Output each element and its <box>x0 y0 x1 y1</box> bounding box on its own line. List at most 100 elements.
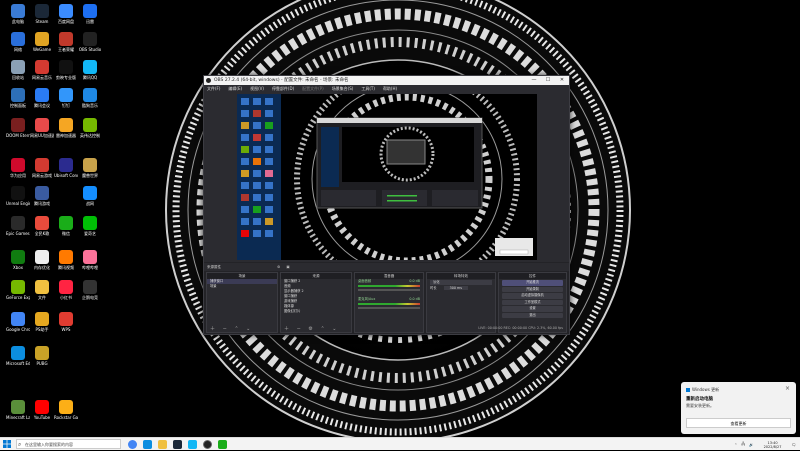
desktop-icon[interactable]: 全民K歌 <box>30 216 54 236</box>
preview-canvas[interactable] <box>237 94 537 260</box>
controls-header: 控件 <box>499 273 566 279</box>
clock[interactable]: 13:40 2022/8/27 <box>758 441 788 449</box>
menu-item[interactable]: 文件(F) <box>207 85 220 92</box>
obs-title-bar[interactable]: OBS 27.2.4 (64-bit, windows) - 配置文件: 未命名… <box>204 76 569 85</box>
desktop-icon[interactable]: 腾讯会议 <box>30 88 54 108</box>
menu-item[interactable]: 场景集合(S) <box>332 85 354 92</box>
qq-icon[interactable] <box>188 440 197 449</box>
desktop-icon[interactable]: 魔兽世界 <box>78 158 102 178</box>
app-icon <box>83 216 97 230</box>
taskbar-search-box[interactable]: 在这里输入你要搜索的内容 <box>16 439 121 449</box>
preview-area <box>204 92 569 262</box>
update-notification[interactable]: Windows 更新 × 重新启动电脑 需要安装更新。 查看更新 <box>681 382 796 434</box>
properties-gear-icon[interactable]: ⚙ <box>277 265 280 269</box>
desktop-icon[interactable]: 王者荣耀 <box>54 32 78 52</box>
duration-label: 时长 <box>430 286 437 290</box>
desktop-icon[interactable]: Xbox <box>6 250 30 270</box>
exit-button[interactable]: 退出 <box>502 312 563 318</box>
windows-start-icon[interactable] <box>3 440 11 448</box>
desktop-icon[interactable]: 网易云音乐 <box>30 60 54 80</box>
wechat-icon[interactable] <box>218 440 227 449</box>
desktop-icon[interactable]: 控制面板 <box>6 88 30 108</box>
desktop-icon[interactable]: Google Chrome <box>6 312 30 332</box>
desktop-icon[interactable]: 钉钉 <box>54 88 78 108</box>
settings-button[interactable]: 设置 <box>502 306 563 312</box>
start-recording-button[interactable]: 开始录制 <box>502 286 563 292</box>
desktop-icon[interactable]: 企鹅电竞 <box>78 280 102 300</box>
edge-icon[interactable] <box>143 440 152 449</box>
desktop-icon[interactable]: WeGame <box>30 32 54 52</box>
menu-item[interactable]: 停靠部件(D) <box>272 85 294 92</box>
close-icon[interactable]: × <box>785 385 790 392</box>
file-explorer-icon[interactable] <box>158 440 167 449</box>
view-updates-button[interactable]: 查看更新 <box>686 418 791 428</box>
menu-item[interactable]: 编辑(E) <box>228 85 242 92</box>
desktop-icon-label: 钉钉 <box>62 103 70 108</box>
menu-item[interactable]: 工具(T) <box>361 85 375 92</box>
steam-icon[interactable] <box>173 440 182 449</box>
desktop-icon[interactable]: 小红书 <box>54 280 78 300</box>
chrome-icon[interactable] <box>128 440 137 449</box>
maximize-button[interactable]: ☐ <box>541 76 555 85</box>
transition-select[interactable]: 淡化 <box>430 280 492 285</box>
desktop-icon[interactable]: WPS <box>54 312 78 332</box>
menu-item[interactable]: 视图(V) <box>250 85 264 92</box>
desktop-icon[interactable]: 英伟达控制 <box>78 118 102 138</box>
studio-mode-button[interactable]: 工作室模式 <box>502 299 563 305</box>
desktop-icon[interactable]: 腾讯QQ <box>78 60 102 80</box>
desktop-icon[interactable]: 酷狗音乐 <box>78 88 102 108</box>
app-icon <box>35 250 49 264</box>
desktop-icon[interactable]: 腾讯游戏 <box>30 186 54 206</box>
close-button[interactable]: ✕ <box>555 76 569 85</box>
desktop-icon-label: 小红书 <box>60 295 72 300</box>
tray-overflow-icon[interactable]: ⌃ <box>734 443 737 447</box>
desktop-icon[interactable]: 网易UU加速器 <box>30 118 54 138</box>
desktop-icon[interactable]: 剪映专业版 <box>54 60 78 80</box>
obs-window[interactable]: OBS 27.2.4 (64-bit, windows) - 配置文件: 未命名… <box>203 75 570 335</box>
desktop-icon[interactable]: YouTube <box>30 400 54 420</box>
desktop-icon[interactable]: Epic Games Launcher <box>6 216 30 236</box>
desktop-icon[interactable]: 回收站 <box>6 60 30 80</box>
network-icon[interactable]: 🖧 <box>741 442 745 448</box>
volume-slider[interactable] <box>358 307 420 309</box>
menu-item[interactable]: 配置文件(P) <box>302 85 324 92</box>
filters-icon[interactable]: ▣ <box>286 265 289 269</box>
desktop-icon[interactable]: PUBG <box>30 346 54 366</box>
desktop-icon[interactable]: PS助手 <box>30 312 54 332</box>
desktop-icon[interactable]: 此电脑 <box>6 4 30 24</box>
scene-item[interactable]: 场景 <box>207 284 277 289</box>
virtual-camera-button[interactable]: 启动虚拟摄像机 <box>502 293 563 299</box>
desktop-icon[interactable]: 迅雷 <box>78 4 102 24</box>
volume-slider[interactable] <box>358 289 420 291</box>
desktop-icon[interactable]: 腾讯视频 <box>54 250 78 270</box>
desktop-icon[interactable]: 战网 <box>78 186 102 206</box>
mixer-track-db: 0.0 dB <box>409 279 420 283</box>
desktop-icon[interactable]: Rockstar Games <box>54 400 78 420</box>
desktop-icon[interactable]: 哔哩哔哩 <box>78 250 102 270</box>
minimize-button[interactable]: — <box>527 76 541 85</box>
desktop-icon[interactable]: Microsoft Edge <box>6 346 30 366</box>
desktop-icon[interactable]: 网络 <box>6 32 30 52</box>
desktop-icon[interactable]: Steam <box>30 4 54 24</box>
desktop-icon[interactable]: 文件 <box>30 280 54 300</box>
obs-taskbar-icon[interactable] <box>203 440 212 449</box>
volume-icon[interactable]: 🔊 <box>749 443 753 447</box>
desktop-icon[interactable]: 内存优化 <box>30 250 54 270</box>
desktop-icon[interactable]: 华为应用 <box>6 158 30 178</box>
desktop-icon[interactable]: Ubisoft Connect <box>54 158 78 178</box>
desktop-icon[interactable]: Unreal Engine <box>6 186 30 206</box>
desktop-icon[interactable]: GeForce Experience <box>6 280 30 300</box>
desktop-icon[interactable]: 雷神加速器 <box>54 118 78 138</box>
desktop-icon[interactable]: 微信 <box>54 216 78 236</box>
menu-item[interactable]: 帮助(H) <box>383 85 397 92</box>
desktop-icon[interactable]: OBS Studio <box>78 32 102 52</box>
source-item[interactable]: 图像幻灯片 <box>281 309 351 314</box>
desktop-icon[interactable]: 爱奇艺 <box>78 216 102 236</box>
desktop-icon[interactable]: Minecraft Launcher <box>6 400 30 420</box>
desktop-icon[interactable]: DOOM Eternal <box>6 118 30 138</box>
duration-input[interactable]: 300 ms <box>443 286 468 290</box>
desktop-icon[interactable]: 百度网盘 <box>54 4 78 24</box>
start-streaming-button[interactable]: 开始推流 <box>502 280 563 286</box>
desktop-icon[interactable]: 网易云游戏 <box>30 158 54 178</box>
notification-center-icon[interactable]: 🗨 <box>792 443 796 447</box>
